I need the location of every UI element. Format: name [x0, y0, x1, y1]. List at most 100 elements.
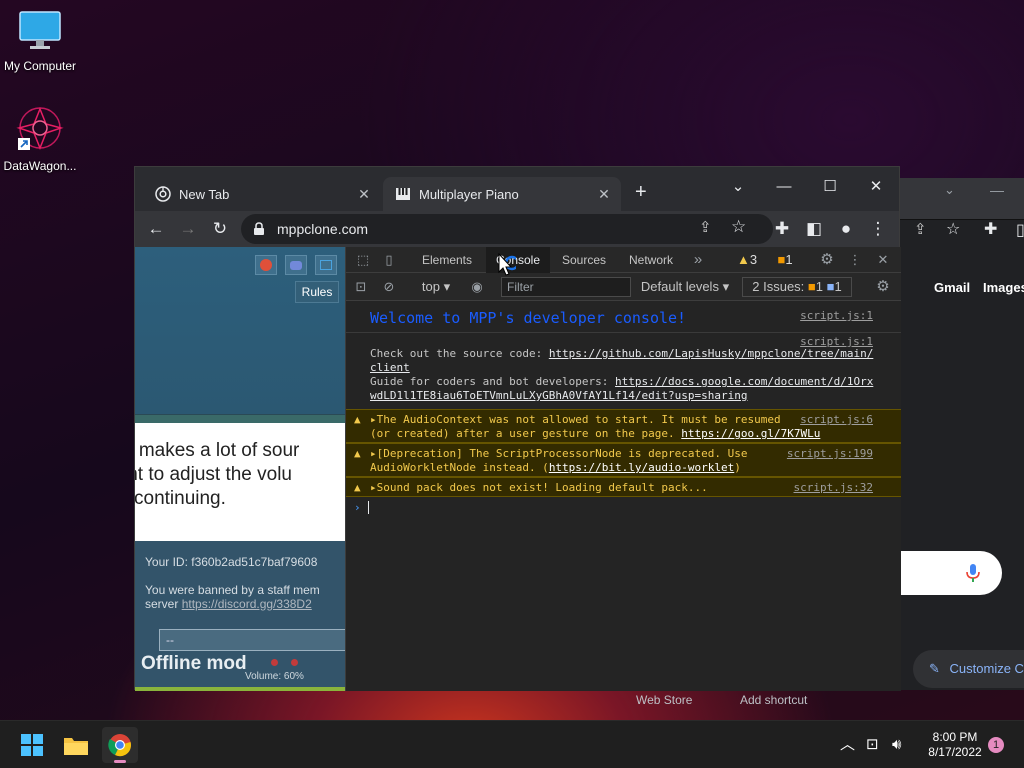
source-link[interactable]: script.js:6 — [800, 413, 873, 427]
tab-search-chevron-icon[interactable]: ⌄ — [715, 173, 761, 201]
issues-label: 2 Issues: — [752, 279, 805, 294]
rules-button[interactable]: Rules — [295, 281, 339, 303]
warning-text: The AudioContext was not allowed to star… — [376, 413, 781, 426]
profile-avatar-icon[interactable]: ● — [833, 216, 859, 242]
warning-icon: ▲ — [354, 447, 361, 460]
bookmark-star-icon[interactable]: ☆ — [731, 217, 746, 237]
log-levels-dropdown[interactable]: Default levels ▾ — [640, 273, 730, 301]
tab-network[interactable]: Network — [620, 247, 682, 273]
side-panel-icon[interactable]: ▯ — [1016, 220, 1024, 240]
chrome-taskbar-button[interactable] — [102, 727, 138, 763]
extensions-icon[interactable]: ✚ — [769, 216, 795, 242]
user-id-text: Your ID: f360b2ad51c7baf79608 — [145, 555, 318, 569]
reload-icon[interactable]: ↻ — [207, 216, 233, 242]
inspect-element-icon[interactable]: ⬚ — [352, 247, 374, 273]
extensions-icon[interactable]: ✚ — [984, 219, 997, 239]
share-icon[interactable]: ⇪ — [914, 220, 927, 238]
sidebar-toggle-icon[interactable]: ⊡ — [350, 273, 372, 301]
menu-kebab-icon[interactable]: ⋮ — [865, 216, 891, 242]
close-tab-icon[interactable]: ✕ — [595, 186, 613, 203]
start-button[interactable] — [14, 727, 50, 763]
bottom-bar — [135, 687, 345, 691]
console-prompt[interactable]: › — [346, 499, 901, 519]
more-tabs-icon[interactable]: » — [688, 247, 708, 273]
customize-chrome-button[interactable]: ✎ Customize C — [913, 650, 1024, 688]
pencil-icon: ✎ — [929, 661, 940, 676]
show-hidden-icons-chevron-icon[interactable]: ︿ — [840, 721, 855, 768]
bookmark-star-icon[interactable]: ☆ — [946, 219, 960, 239]
context-select[interactable]: top ▾ — [416, 273, 456, 301]
room-select[interactable]: -- — [159, 629, 345, 651]
google-doc-link-cont[interactable]: wdLD1l1TE8iau6ToETVmnLuLXyGBhA0VfAY1Lf14… — [370, 389, 748, 402]
banned-text-server: server — [145, 597, 179, 611]
source-link[interactable]: script.js:1 — [800, 309, 873, 322]
discord-link[interactable]: https://discord.gg/338D2 — [182, 597, 312, 611]
console-settings-gear-icon[interactable]: ⚙ — [872, 273, 894, 301]
clear-console-icon[interactable]: ⊘ — [378, 273, 400, 301]
source-link[interactable]: script.js:1 — [800, 335, 873, 349]
filter-input[interactable]: Filter — [501, 277, 631, 297]
console-message: script.js:1 Check out the source code: h… — [346, 333, 901, 405]
github-link-cont[interactable]: client — [370, 361, 410, 374]
audio-worklet-link[interactable]: https://bit.ly/audio-worklet — [549, 461, 734, 474]
search-box[interactable] — [898, 551, 1002, 595]
warnings-counter[interactable]: ▲3 — [730, 247, 764, 273]
gmail-link[interactable]: Gmail — [934, 280, 970, 295]
tabstrip: New Tab ✕ Multiplayer Piano ✕ + ⌄ — ☐ ✕ — [135, 167, 899, 211]
issues-button[interactable]: 2 Issues: ■1 ■1 — [742, 277, 852, 297]
windows-logo-icon — [21, 734, 43, 756]
settings-gear-icon[interactable]: ⚙ — [816, 247, 838, 273]
issues-warn-count: 1 — [815, 279, 824, 294]
close-window-button[interactable]: ✕ — [853, 173, 899, 201]
volume-icon[interactable]: 🔊︎ — [892, 721, 901, 768]
console-message: Welcome to MPP's developer console! scri… — [346, 303, 901, 333]
source-link[interactable]: script.js:199 — [787, 447, 873, 461]
devtools-menu-icon[interactable]: ⋮ — [844, 247, 866, 273]
goo-gl-link[interactable]: https://goo.gl/7K7WLu — [681, 427, 820, 440]
shortcut-web-store[interactable]: Web Store — [636, 693, 692, 707]
close-tab-icon[interactable]: ✕ — [355, 186, 373, 203]
chevron-down-icon[interactable]: ⌄ — [944, 182, 955, 198]
background-browser-window[interactable]: ⌄ — ⇪ ☆ ✚ ▯ Gmail Images ✎ Customize C — [898, 178, 1024, 690]
warning-text: Sound pack does not exist! Loading defau… — [376, 481, 708, 494]
notification-badge[interactable]: 1 — [988, 737, 1004, 753]
live-expression-eye-icon[interactable]: ◉ — [466, 273, 488, 301]
desktop-icon-datawagon[interactable]: DataWagon... — [0, 106, 80, 173]
images-link[interactable]: Images — [983, 280, 1024, 295]
close-devtools-icon[interactable]: ✕ — [872, 247, 894, 273]
new-tab-button[interactable]: + — [635, 181, 647, 204]
taskbar: ︿ ⊡ 🔊︎ 8:00 PM 8/17/2022 1 — [0, 720, 1024, 768]
minimize-button[interactable]: — — [761, 173, 807, 201]
tab-new-tab[interactable]: New Tab ✕ — [143, 177, 381, 211]
microphone-icon[interactable] — [964, 563, 982, 583]
tab-sources[interactable]: Sources — [554, 247, 614, 273]
discord-icon[interactable] — [285, 255, 307, 275]
devtools-tabbar: ⬚ ▯ Elements Console Sources Network » ▲… — [346, 247, 901, 273]
browser-window[interactable]: New Tab ✕ Multiplayer Piano ✕ + ⌄ — ☐ ✕ … — [134, 166, 901, 691]
side-panel-icon[interactable]: ◧ — [801, 216, 827, 242]
file-explorer-button[interactable] — [58, 727, 94, 763]
grid-icon[interactable] — [315, 255, 337, 275]
share-icon[interactable]: ⇪ — [699, 218, 712, 236]
issues-counter[interactable]: ■1 — [770, 247, 800, 273]
tab-elements[interactable]: Elements — [416, 247, 478, 273]
tab-multiplayer-piano[interactable]: Multiplayer Piano ✕ — [383, 177, 621, 211]
network-icon[interactable]: ⊡ — [866, 721, 879, 768]
chrome-icon — [155, 186, 171, 202]
address-bar[interactable]: mppclone.com ⇪ ☆ — [241, 214, 773, 244]
minimize-icon[interactable]: — — [990, 182, 1004, 198]
desktop-icon-my-computer[interactable]: My Computer — [0, 10, 80, 73]
back-arrow-icon[interactable]: ← — [143, 216, 169, 242]
clock[interactable]: 8:00 PM 8/17/2022 — [918, 721, 992, 768]
google-doc-link[interactable]: https://docs.google.com/document/d/1Orx — [615, 375, 873, 388]
device-toolbar-icon[interactable]: ▯ — [378, 247, 400, 273]
lock-icon[interactable] — [253, 222, 265, 236]
datawagon-logo-icon — [16, 106, 64, 151]
source-link[interactable]: script.js:32 — [794, 481, 873, 495]
forward-arrow-icon[interactable]: → — [175, 216, 201, 242]
reddit-icon[interactable] — [255, 255, 277, 275]
source-prefix: Check out the source code: — [370, 347, 549, 360]
shortcut-add[interactable]: Add shortcut — [740, 693, 807, 707]
maximize-button[interactable]: ☐ — [807, 173, 853, 201]
tab-console[interactable]: Console — [486, 247, 550, 273]
